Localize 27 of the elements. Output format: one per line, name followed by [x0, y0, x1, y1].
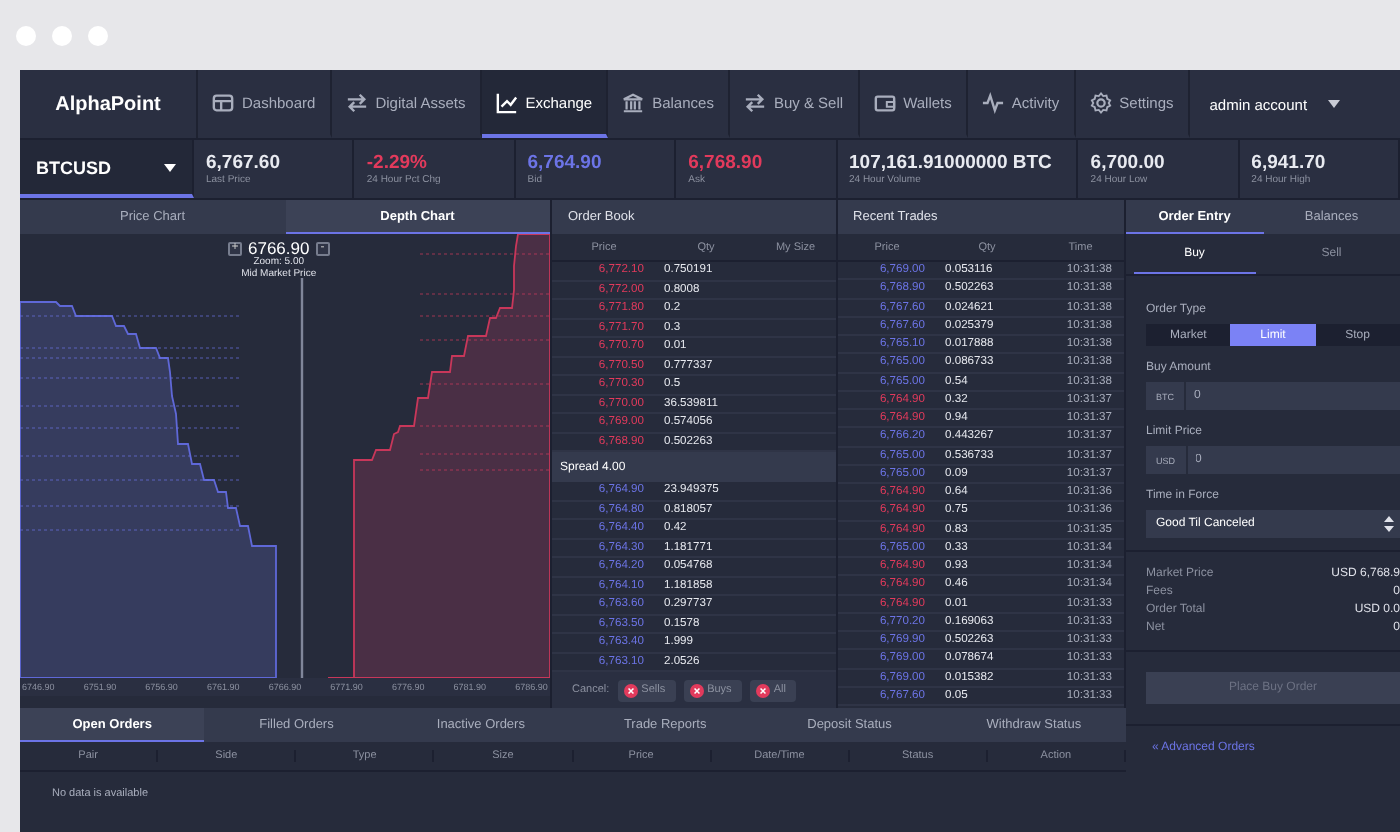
bank-icon	[622, 91, 645, 113]
window-dot	[88, 25, 108, 45]
caret-icon	[164, 163, 176, 171]
stat-value: 107,161.91000000 BTC	[849, 152, 1054, 174]
pair-selector[interactable]: BTCUSD	[20, 140, 194, 198]
pulse-icon	[981, 91, 1004, 113]
wallet-icon	[873, 91, 896, 113]
stat-value: 6,767.60	[206, 152, 282, 174]
swap-arrows-icon	[743, 91, 766, 113]
close-circle-icon	[689, 683, 704, 697]
app-logo: AlphaPoint	[20, 70, 198, 138]
stat-value: 6,768.90	[688, 152, 765, 174]
swap-arrows-icon	[345, 91, 368, 113]
close-circle-icon	[623, 683, 638, 697]
caret-icon	[1327, 100, 1340, 108]
settings-icon	[1089, 91, 1112, 113]
window-dot	[52, 25, 72, 45]
up-down-arrows-icon	[1384, 516, 1394, 532]
close-circle-icon	[755, 683, 770, 697]
stat-value: 6,941.70	[1251, 152, 1328, 174]
line-chart-icon	[495, 91, 518, 113]
mid-price: 6766.90	[248, 238, 310, 258]
dashboard-icon	[212, 91, 234, 113]
stat-value: -2.29%	[366, 152, 429, 174]
window-dot	[16, 25, 36, 45]
stat-value: 6,700.00	[1090, 152, 1167, 174]
stat-value: 6,764.90	[527, 152, 604, 174]
